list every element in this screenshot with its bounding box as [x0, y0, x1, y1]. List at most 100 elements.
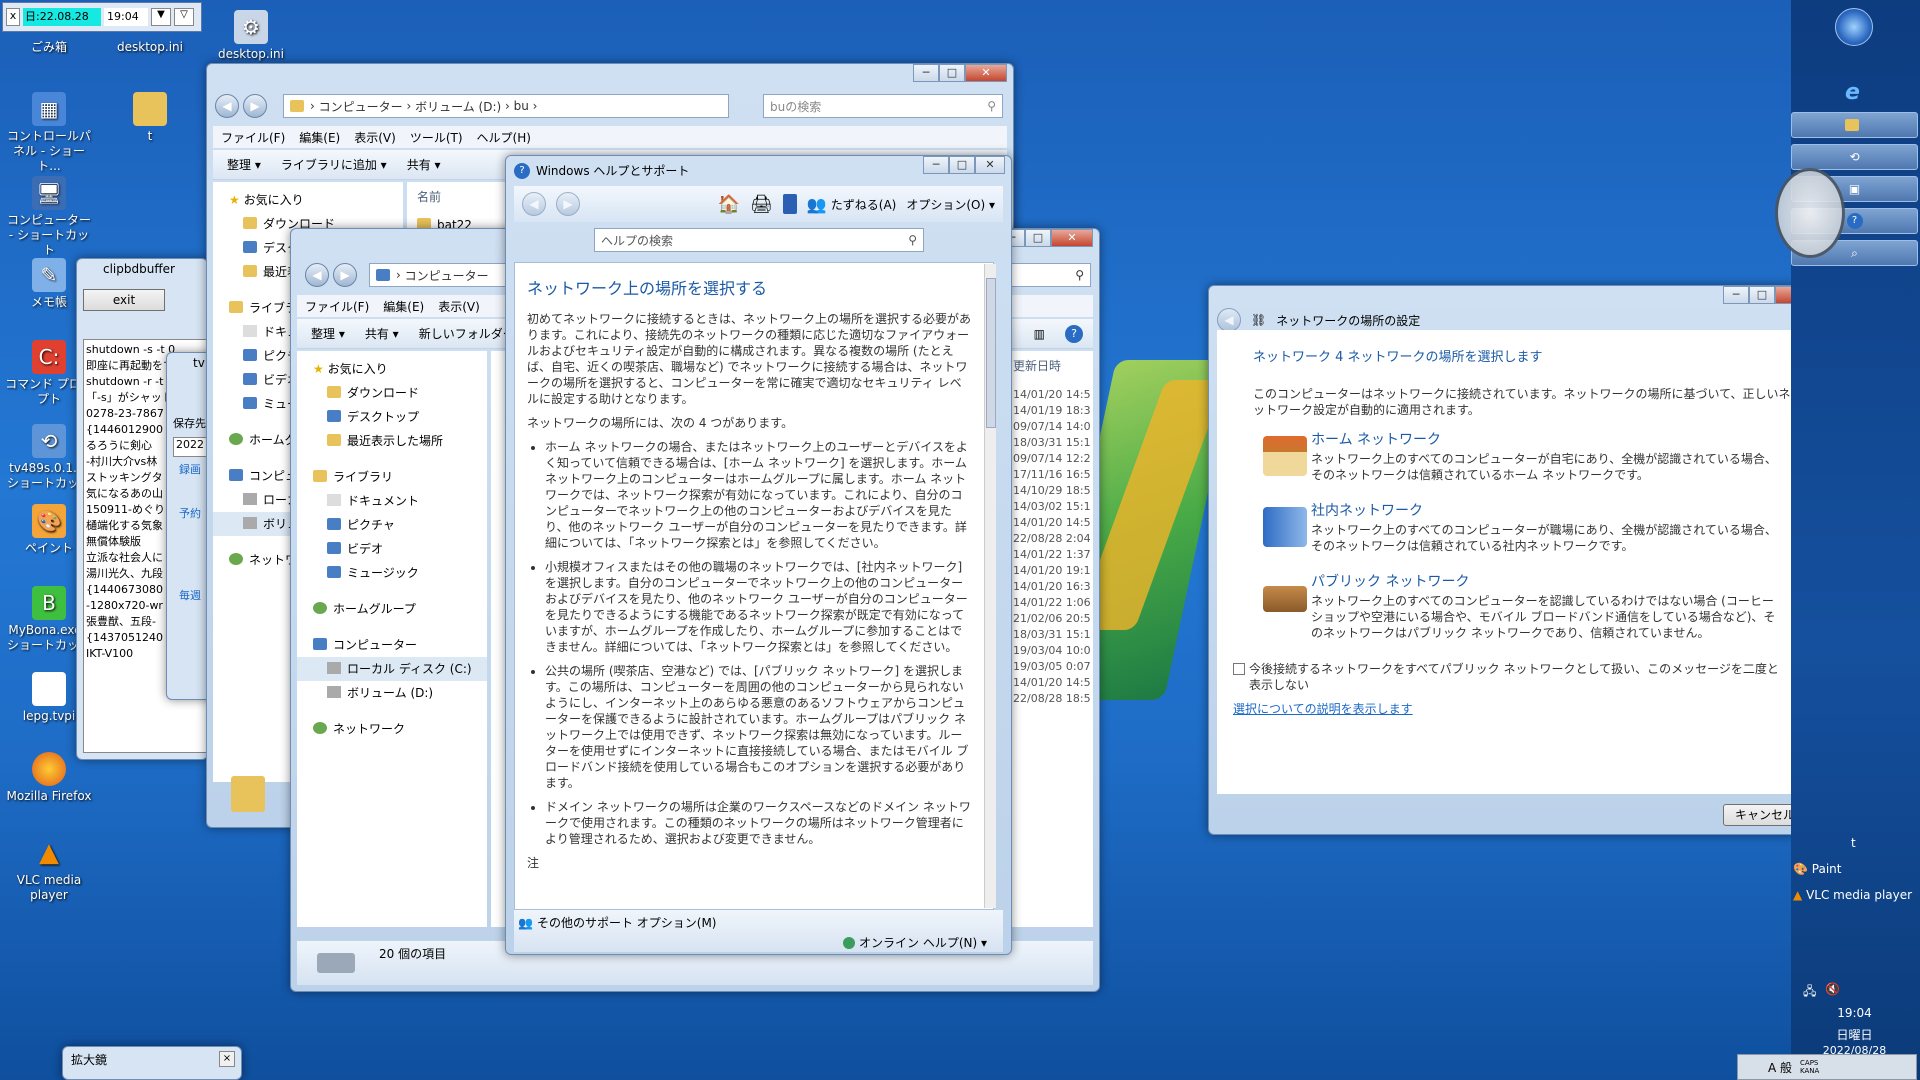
menu-edit[interactable]: 編集(E): [299, 129, 340, 146]
desktop-icon-control-panel[interactable]: ▦ コントロールパネル - ショート...: [4, 92, 94, 174]
nav-favorites[interactable]: ★ お気に入り: [213, 188, 403, 212]
new-folder-button[interactable]: 新しいフォルダー: [419, 325, 515, 342]
exit-button[interactable]: exit: [83, 289, 165, 311]
help-icon[interactable]: ?: [1065, 324, 1083, 343]
menu-edit[interactable]: 編集(E): [383, 298, 424, 315]
menu-file[interactable]: ファイル(F): [305, 298, 369, 315]
address-bar[interactable]: › コンピューター › ボリューム (D:) › bu ›: [283, 94, 729, 118]
minimize-button[interactable]: ─: [923, 156, 949, 174]
back-button[interactable]: ◀: [305, 263, 329, 287]
column-header-name[interactable]: 名前: [417, 188, 441, 205]
public-network-option[interactable]: パブリック ネットワーク ネットワーク上のすべてのコンピューターを認識しているわ…: [1253, 574, 1797, 641]
menu-view[interactable]: 表示(V): [438, 298, 480, 315]
tv-weekly-link[interactable]: 毎週: [179, 587, 201, 603]
desktop-icon-computer[interactable]: 🖥 コンピューター - ショートカット: [4, 176, 94, 258]
print-icon[interactable]: 🖨: [750, 194, 773, 215]
home-network-option[interactable]: ホーム ネットワーク ネットワーク上のすべてのコンピューターが自宅にあり、全機が…: [1253, 432, 1797, 483]
online-help-button[interactable]: オンライン ヘルプ(N) ▾: [843, 934, 987, 951]
breadcrumb-volume-d[interactable]: ボリューム (D:): [415, 98, 501, 115]
organize-button[interactable]: 整理 ▾: [311, 325, 345, 342]
search-input[interactable]: ⚲: [1011, 263, 1091, 287]
magnifier-close-button[interactable]: ×: [219, 1051, 235, 1067]
nav-computer[interactable]: コンピューター: [297, 633, 487, 657]
close-button[interactable]: ✕: [1051, 229, 1093, 247]
menu-view[interactable]: 表示(V): [354, 129, 396, 146]
ask-button[interactable]: 👥 たずねる(A): [807, 195, 897, 214]
ime-mode[interactable]: A 般: [1768, 1059, 1792, 1076]
add-to-library-button[interactable]: ライブラリに追加 ▾: [281, 156, 387, 173]
chevron-down-icon[interactable]: ▼: [151, 8, 171, 26]
jump-item-vlc[interactable]: ▲ VLC media player: [1793, 888, 1912, 902]
search-input[interactable]: buの検索 ⚲: [763, 94, 1003, 118]
scroll-thumb[interactable]: [986, 278, 996, 428]
maximize-button[interactable]: □: [939, 64, 965, 82]
back-button[interactable]: ◀: [215, 94, 239, 118]
maximize-button[interactable]: □: [1025, 229, 1051, 247]
start-button[interactable]: [1835, 8, 1873, 46]
column-header-date[interactable]: 更新日時: [1013, 357, 1061, 374]
back-button[interactable]: ◀: [1217, 308, 1241, 332]
explain-link[interactable]: 選択についての説明を表示します: [1233, 701, 1797, 717]
browse-help-icon[interactable]: [782, 194, 797, 214]
menu-tools[interactable]: ツール(T): [410, 129, 463, 146]
taskbar-clipbdbuffer[interactable]: ⟲: [1791, 144, 1918, 170]
close-button[interactable]: ✕: [965, 64, 1007, 82]
ie-icon[interactable]: e: [1845, 80, 1860, 105]
nav-local-disk-c[interactable]: ローカル ディスク (C:): [297, 657, 487, 681]
nav-pictures[interactable]: ピクチャ: [297, 513, 487, 537]
nav-music[interactable]: ミュージック: [297, 561, 487, 585]
back-button[interactable]: ◀: [522, 192, 546, 216]
network-tray-icon[interactable]: 🖧: [1803, 982, 1816, 1003]
checkbox[interactable]: [1233, 663, 1245, 675]
maximize-button[interactable]: □: [1749, 286, 1775, 304]
home-icon[interactable]: 🏠: [718, 194, 740, 215]
desktop-icon-vlc[interactable]: ▲ VLC media player: [4, 836, 94, 903]
nav-homegroup[interactable]: ホームグループ: [297, 597, 487, 621]
ime-bar[interactable]: A 般 CAPS KANA: [1737, 1054, 1917, 1080]
nav-network[interactable]: ネットワーク: [297, 717, 487, 741]
forward-button[interactable]: ▶: [556, 192, 580, 216]
nav-volume-d[interactable]: ボリューム (D:): [297, 681, 487, 705]
tray-time[interactable]: 19:04: [1791, 1006, 1918, 1020]
triangle-down-icon[interactable]: ▽: [174, 8, 194, 26]
nav-libraries[interactable]: ライブラリ: [297, 465, 487, 489]
close-button[interactable]: ✕: [975, 156, 1005, 174]
jump-item-paint[interactable]: 🎨 Paint: [1793, 862, 1841, 876]
breadcrumb-computer[interactable]: コンピューター: [405, 267, 489, 284]
organize-button[interactable]: 整理 ▾: [227, 156, 261, 173]
help-scrollbar[interactable]: [984, 264, 996, 908]
nav-downloads[interactable]: ダウンロード: [297, 381, 487, 405]
volume-muted-icon[interactable]: 🔇: [1825, 982, 1840, 996]
breadcrumb-bu[interactable]: bu: [514, 99, 529, 113]
desktop-icon-t[interactable]: t: [105, 92, 195, 144]
date-widget-close[interactable]: x: [6, 8, 20, 26]
view-toggle-icon[interactable]: ▥: [1034, 327, 1045, 341]
nav-favorites[interactable]: ★ お気に入り: [297, 357, 487, 381]
jump-item-t[interactable]: t: [1851, 836, 1856, 850]
forward-button[interactable]: ▶: [333, 263, 357, 287]
nav-videos[interactable]: ビデオ: [297, 537, 487, 561]
nav-desktop[interactable]: デスクトップ: [297, 405, 487, 429]
tv-reserve-link[interactable]: 予約: [179, 505, 201, 521]
breadcrumb-computer[interactable]: コンピューター: [319, 98, 403, 115]
minimize-button[interactable]: ─: [1723, 286, 1749, 304]
nav-recent[interactable]: 最近表示した場所: [297, 429, 487, 453]
help-search-input[interactable]: ヘルプの検索 ⚲: [594, 228, 924, 252]
work-network-option[interactable]: 社内ネットワーク ネットワーク上のすべてのコンピューターが職場にあり、全機が認識…: [1253, 503, 1797, 554]
other-support-link[interactable]: 👥 その他のサポート オプション(M): [518, 914, 717, 931]
menu-help[interactable]: ヘルプ(H): [477, 129, 531, 146]
share-button[interactable]: 共有 ▾: [407, 156, 441, 173]
desktop-icon-recycle-bin[interactable]: ごみ箱: [4, 40, 94, 55]
minimize-button[interactable]: ─: [913, 64, 939, 82]
nav-documents[interactable]: ドキュメント: [297, 489, 487, 513]
menu-file[interactable]: ファイル(F): [221, 129, 285, 146]
share-button[interactable]: 共有 ▾: [365, 325, 399, 342]
forward-button[interactable]: ▶: [243, 94, 267, 118]
cancel-button[interactable]: キャンセル: [1723, 804, 1797, 826]
tv-record-link[interactable]: 録画: [179, 461, 201, 477]
treat-all-public-checkbox-row[interactable]: 今後接続するネットワークをすべてパブリック ネットワークとして扱い、このメッセー…: [1233, 661, 1797, 693]
taskbar-explorer[interactable]: [1791, 112, 1918, 138]
desktop-icon-desktop-ini-2[interactable]: ⚙ desktop.ini: [206, 10, 296, 62]
desktop-icon-desktop-ini[interactable]: desktop.ini: [105, 40, 195, 55]
maximize-button[interactable]: □: [949, 156, 975, 174]
